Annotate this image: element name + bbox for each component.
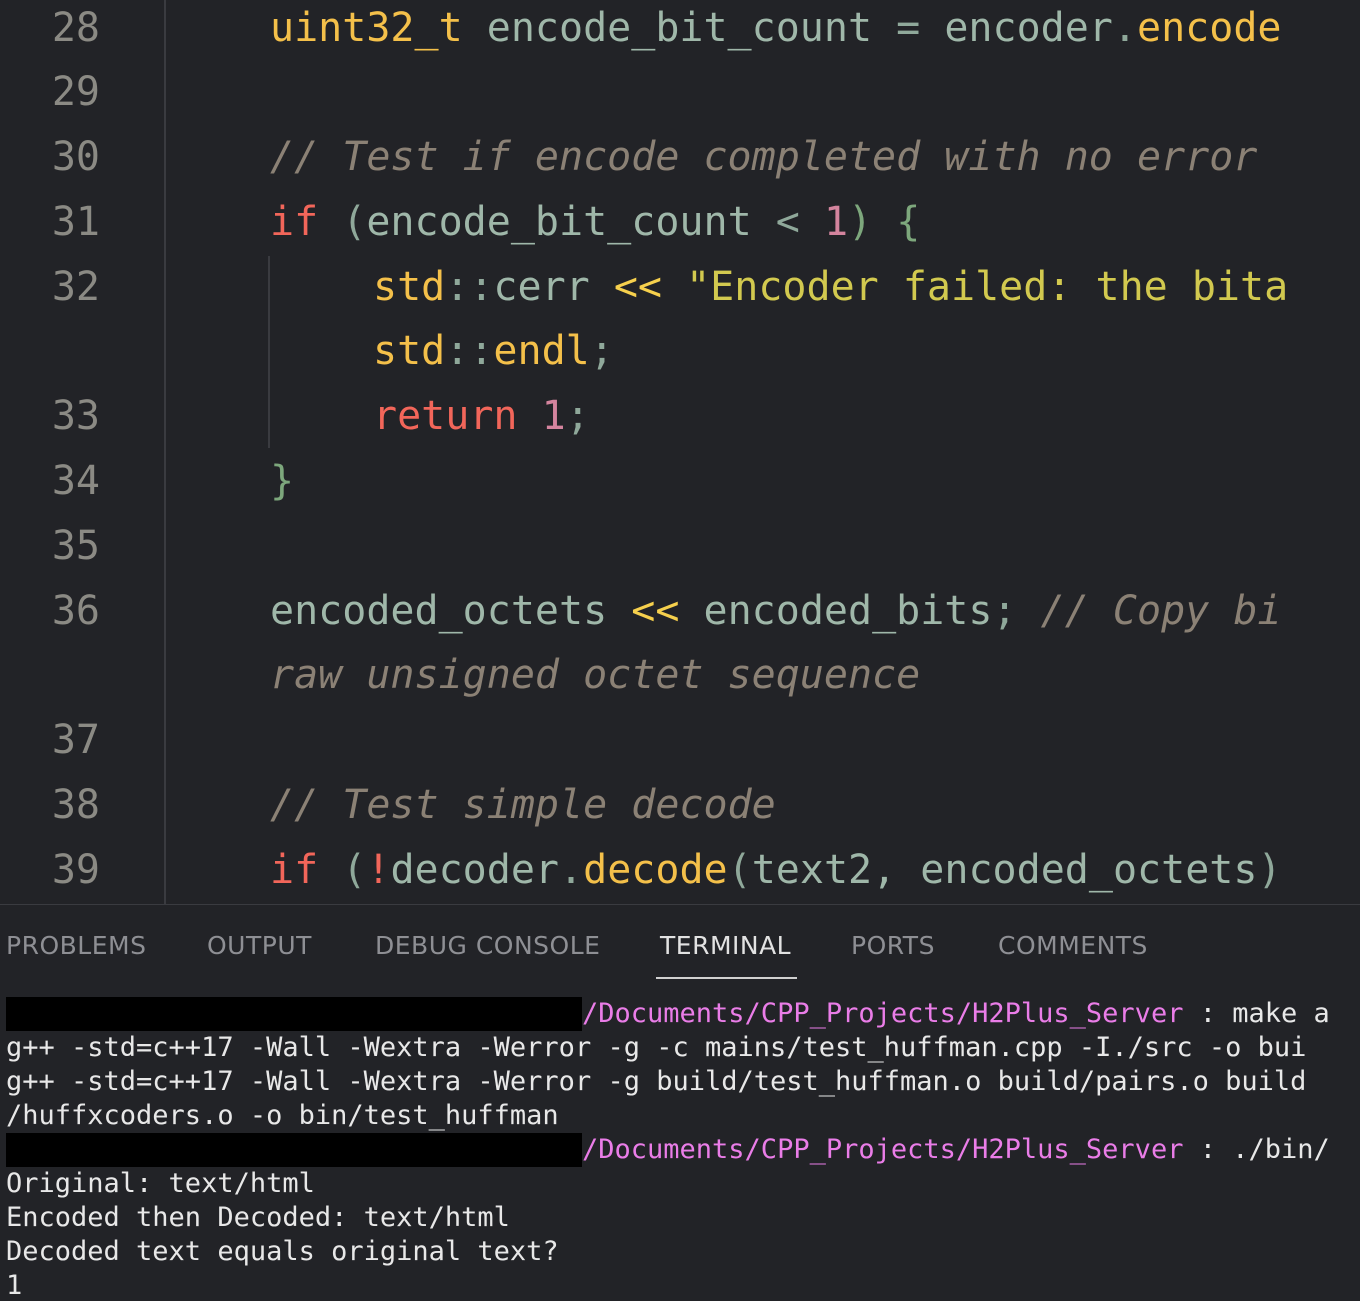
code-token: ; (589, 328, 614, 374)
code-line[interactable]: } (270, 449, 294, 513)
terminal-prompt-line: /Documents/CPP_Projects/H2Plus_Server : … (6, 997, 1330, 1031)
terminal-line: Original: text/html (6, 1168, 315, 1199)
code-token: ; (565, 393, 590, 439)
code-token: cerr (493, 264, 614, 310)
terminal-command: : ./bin/ (1183, 1134, 1330, 1165)
terminal-line: g++ -std=c++17 -Wall -Wextra -Werror -g … (6, 1032, 1307, 1063)
code-token: . (1112, 5, 1137, 51)
code-token: encode_bit_count (462, 5, 897, 51)
line-number: 37 (51, 717, 100, 763)
gutter-divider (164, 0, 166, 904)
redacted-block (6, 1133, 582, 1167)
code-line[interactable]: // Test simple decode (270, 773, 776, 837)
terminal-line: g++ -std=c++17 -Wall -Wextra -Werror -g … (6, 1066, 1307, 1097)
code-line[interactable]: std::cerr << "Encoder failed: the bita (373, 255, 1288, 319)
indent-guide (268, 256, 270, 448)
code-token: std (373, 328, 446, 374)
code-token: decode (583, 847, 728, 893)
code-token: encode (1136, 5, 1282, 51)
line-number: 30 (51, 134, 100, 180)
code-token: encoder (920, 5, 1113, 51)
code-token: :: (445, 264, 494, 310)
code-token: if (270, 847, 319, 893)
code-token: << (631, 588, 680, 634)
code-token: < (775, 199, 800, 245)
prompt-path: /Documents/CPP_Projects/H2Plus_Server (582, 998, 1184, 1029)
code-line[interactable]: if (!decoder.decode(text2, encoded_octet… (270, 838, 1282, 902)
redacted-block (6, 997, 582, 1031)
code-line-wrapped[interactable]: raw unsigned octet sequence (270, 643, 920, 707)
line-number: 39 (51, 847, 100, 893)
tab-output[interactable]: OUTPUT (207, 931, 312, 960)
terminal-command: : make a (1183, 998, 1330, 1029)
code-token: encode_bit_count (366, 199, 776, 245)
code-token: uint32_t (270, 5, 463, 51)
line-number: 34 (51, 458, 100, 504)
line-number: 32 (51, 264, 100, 310)
tab-comments[interactable]: COMMENTS (998, 931, 1148, 960)
line-number: 33 (51, 393, 100, 439)
code-token: endl (493, 328, 590, 374)
code-token: return (373, 393, 518, 439)
code-token: :: (445, 328, 494, 374)
code-token: // Copy bi (1016, 588, 1282, 634)
code-token: raw unsigned octet sequence (270, 652, 921, 698)
code-token: encoded_bits (679, 588, 993, 634)
code-token: ( (727, 847, 752, 893)
active-tab-indicator (656, 977, 797, 979)
line-number: 35 (51, 523, 100, 569)
terminal-line: /huffxcoders.o -o bin/test_huffman (6, 1100, 559, 1131)
code-token: 1 (823, 199, 849, 245)
bottom-panel: PROBLEMS OUTPUT DEBUG CONSOLE TERMINAL P… (0, 904, 1360, 1301)
code-editor[interactable]: 28 uint32_t encode_bit_count = encoder.e… (0, 0, 1360, 904)
code-token: ! (366, 847, 391, 893)
code-token: } (270, 458, 295, 504)
code-token: ( (318, 199, 367, 245)
terminal-line: Decoded text equals original text? (6, 1236, 559, 1267)
code-token: // Test simple decode (270, 782, 776, 828)
code-line[interactable]: // Test if encode completed with no erro… (270, 125, 1257, 189)
code-token: , encoded_octets (872, 847, 1258, 893)
line-number: 28 (51, 5, 100, 51)
code-line[interactable]: encoded_octets << encoded_bits; // Copy … (270, 579, 1281, 643)
code-token: std (373, 264, 446, 310)
terminal-prompt-line: /Documents/CPP_Projects/H2Plus_Server : … (6, 1133, 1330, 1167)
tab-debug-console[interactable]: DEBUG CONSOLE (375, 931, 600, 960)
code-line[interactable]: return 1; (373, 384, 590, 448)
line-number: 36 (51, 588, 100, 634)
code-line[interactable]: uint32_t encode_bit_count = encoder.enco… (270, 0, 1281, 60)
line-number: 31 (51, 199, 100, 245)
prompt-path: /Documents/CPP_Projects/H2Plus_Server (582, 1134, 1184, 1165)
code-line[interactable]: if (encode_bit_count < 1) { (270, 190, 920, 254)
terminal-line: 1 (6, 1270, 23, 1301)
code-token: decoder (390, 847, 560, 893)
tab-terminal[interactable]: TERMINAL (660, 931, 791, 960)
code-token: if (270, 199, 319, 245)
code-token: ) { (848, 199, 921, 245)
code-token: ) (1257, 847, 1282, 893)
code-token: encoded_octets (270, 588, 632, 634)
tab-ports[interactable]: PORTS (851, 931, 935, 960)
code-token: ; (992, 588, 1017, 634)
code-token: text2 (751, 847, 873, 893)
line-number: 29 (51, 69, 100, 115)
code-token: ( (318, 847, 367, 893)
code-token: "Encoder failed: the bita (662, 264, 1289, 310)
code-token: // Test if encode completed with no erro… (270, 134, 1258, 180)
code-token: = (896, 5, 921, 51)
code-token: . (559, 847, 584, 893)
line-number: 38 (51, 782, 100, 828)
terminal-line: Encoded then Decoded: text/html (6, 1202, 510, 1233)
code-token: 1 (541, 393, 566, 439)
code-token: << (613, 264, 663, 310)
code-line-wrapped[interactable]: std::endl; (373, 319, 614, 383)
tab-problems[interactable]: PROBLEMS (6, 931, 146, 960)
